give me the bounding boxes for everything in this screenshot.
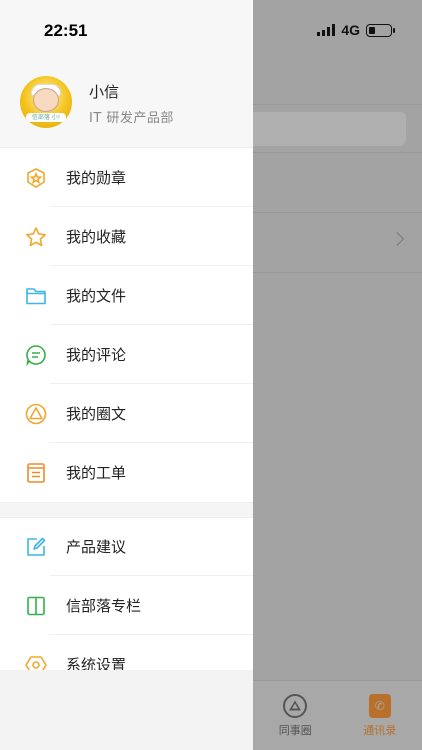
contacts-icon: ✆	[368, 693, 391, 718]
profile-name: 小信	[89, 83, 120, 101]
tab-label: 通讯录	[363, 723, 397, 737]
medal-icon	[27, 167, 45, 188]
menu-item-column[interactable]: 信部落专栏	[0, 576, 253, 635]
star-icon	[26, 226, 46, 246]
bg-divider	[253, 212, 422, 213]
menu-label: 我的工单	[66, 464, 127, 482]
menu-label: 信部落专栏	[66, 597, 142, 615]
menu-label: 我的评论	[66, 346, 127, 364]
folder-icon	[26, 287, 46, 304]
comment-icon	[26, 344, 46, 366]
menu-item-medals[interactable]: 我的勋章	[0, 148, 253, 207]
network-label: 4G	[341, 22, 360, 38]
settings-icon	[25, 655, 47, 670]
menu-item-settings[interactable]: 系统设置	[0, 635, 253, 670]
bg-header-divider	[253, 104, 422, 105]
profile-header[interactable]: 22:51 信部落 小! 小信 IT 研发产品部	[0, 0, 253, 148]
bg-divider	[253, 272, 422, 273]
background-tabbar: 同事圈 ✆ 通讯录	[253, 680, 422, 750]
avatar-badge: 信部落 小!	[26, 113, 66, 122]
menu-item-product-suggestions[interactable]: 产品建议	[0, 517, 253, 576]
profile-department: IT 研发产品部	[89, 111, 174, 126]
menu-label: 系统设置	[66, 656, 127, 670]
section-separator	[0, 502, 253, 518]
secondary-menu-scroll[interactable]: 产品建议 信部落专栏 系统设置	[0, 517, 253, 670]
menu-item-files[interactable]: 我的文件	[0, 266, 253, 325]
menu-label: 我的圈文	[66, 405, 127, 423]
drawer-footer	[0, 670, 253, 750]
menu-item-circle-posts[interactable]: 我的圈文	[0, 384, 253, 443]
menu-label: 产品建议	[66, 538, 127, 556]
status-time: 22:51	[44, 21, 88, 40]
bg-search-bar	[253, 112, 406, 146]
menu-label: 我的勋章	[66, 169, 127, 187]
tab-colleague-circle[interactable]: 同事圈	[253, 681, 338, 750]
menu-item-favorites[interactable]: 我的收藏	[0, 207, 253, 266]
menu-item-tickets[interactable]: 我的工单	[0, 443, 253, 502]
menu-item-comments[interactable]: 我的评论	[0, 325, 253, 384]
menu-label: 我的收藏	[66, 228, 127, 246]
secondary-menu: 产品建议 信部落专栏 系统设置	[0, 517, 253, 670]
column-icon	[27, 596, 45, 615]
colleague-circle-icon	[283, 693, 308, 718]
ticket-icon	[27, 462, 45, 483]
bg-divider	[253, 152, 422, 153]
battery-icon	[366, 23, 395, 37]
side-drawer: 22:51 信部落 小! 小信 IT 研发产品部 我的勋章 我的收藏 我的文件 …	[0, 0, 253, 750]
tab-contacts[interactable]: ✆ 通讯录	[338, 681, 422, 750]
edit-suggestion-icon	[27, 537, 46, 556]
primary-menu: 我的勋章 我的收藏 我的文件 我的评论 我的圈文 我的工单	[0, 148, 253, 502]
signal-icon	[317, 24, 336, 36]
circle-post-icon	[25, 403, 47, 424]
tab-label: 同事圈	[278, 723, 312, 737]
chevron-right-icon	[389, 231, 405, 247]
menu-label: 我的文件	[66, 287, 127, 305]
status-indicators: 4G	[317, 22, 395, 38]
avatar[interactable]: 信部落 小!	[20, 76, 72, 128]
